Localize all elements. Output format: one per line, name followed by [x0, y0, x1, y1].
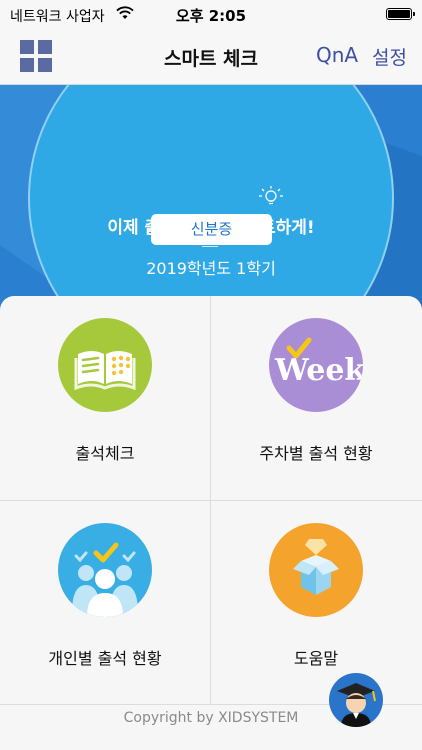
- menu-label-attendance-check: 출석체크: [75, 444, 135, 463]
- battery-icon: [386, 8, 415, 20]
- menu-label-personal-attendance: 개인별 출석 현황: [48, 649, 162, 668]
- qna-button[interactable]: QnA: [316, 43, 358, 67]
- menu-label-weekly-attendance: 주차별 출석 현황: [259, 444, 373, 463]
- settings-button[interactable]: 설정: [372, 43, 407, 70]
- help-tile[interactable]: 도움말: [211, 501, 421, 705]
- menu-panel: 출석체크 Week 주차별 출석 현황 개인별 출석 현황 도움말 Copyri…: [0, 296, 422, 750]
- semester-label: 2019학년도 1학기: [146, 259, 276, 278]
- page-title: 스마트 체크: [163, 48, 258, 70]
- people-icon: [58, 523, 152, 617]
- banner-circle: [28, 85, 394, 315]
- book-icon: [58, 318, 152, 412]
- attendance-check-tile[interactable]: 출석체크: [0, 296, 210, 500]
- week-icon: Week: [269, 318, 363, 412]
- status-bar: 네트워크 사업자 오후 2:05: [0, 0, 422, 28]
- help-box-icon: [269, 523, 363, 617]
- clock: 오후 2:05: [175, 7, 247, 25]
- lightbulb-icon: [259, 186, 283, 205]
- weekly-attendance-tile[interactable]: Week 주차별 출석 현황: [211, 296, 421, 500]
- svg-text:Week: Week: [274, 353, 363, 388]
- id-card-button[interactable]: 신분증: [151, 214, 272, 245]
- menu-label-help: 도움말: [293, 649, 339, 668]
- nav-bar: 스마트 체크 QnA 설정: [0, 28, 422, 85]
- personal-attendance-tile[interactable]: 개인별 출석 현황: [0, 501, 210, 705]
- banner: 이제 출석관리도 스마트하게! 2019학년도 1학기: [0, 85, 422, 315]
- graduate-mascot-icon[interactable]: [329, 673, 383, 727]
